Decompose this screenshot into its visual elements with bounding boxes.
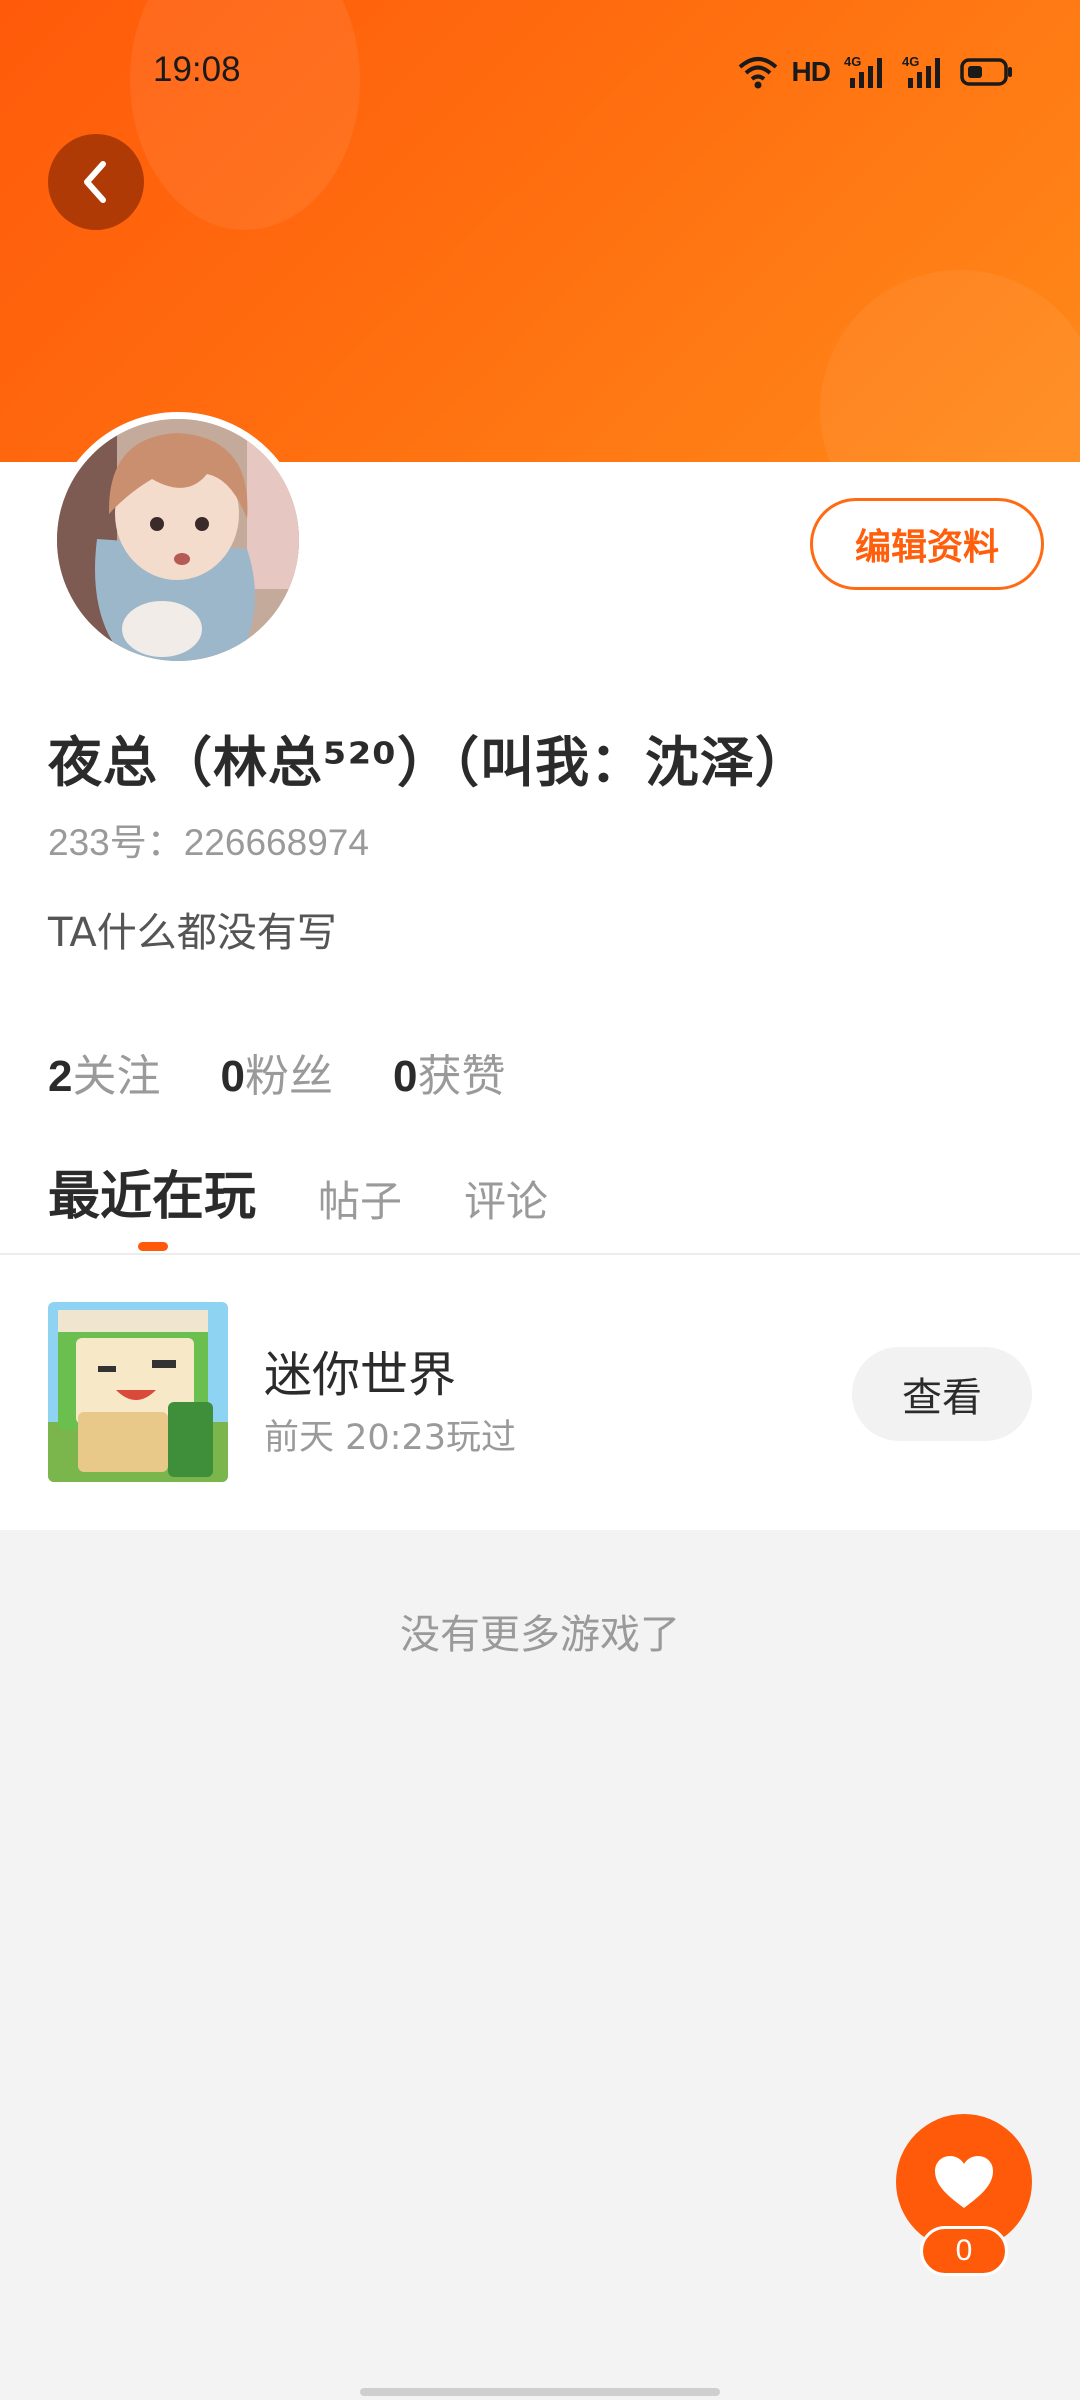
game-last-played: 前天 20:23玩过: [264, 1418, 516, 1458]
game-name: 迷你世界: [264, 1347, 457, 1403]
no-more-games-text: 没有更多游戏了: [400, 1612, 680, 1658]
list-item[interactable]: 迷你世界 前天 20:23玩过 查看: [0, 1255, 1080, 1530]
status-bar: 19:08 HD 4G 4G: [0, 0, 1080, 140]
stat-number: 0: [220, 1052, 245, 1101]
stat-label: 粉丝: [244, 1051, 333, 1102]
stat-number: 0: [392, 1052, 418, 1101]
home-indicator[interactable]: [360, 2388, 720, 2396]
back-button[interactable]: [48, 134, 144, 230]
avatar-image: [57, 419, 299, 661]
view-button[interactable]: 查看: [852, 1347, 1032, 1441]
chevron-left-icon: [84, 161, 106, 203]
battery-icon: [960, 58, 1012, 86]
user-bio: TA什么都没有写: [48, 910, 337, 956]
stat-following[interactable]: 2关注: [48, 1040, 160, 1104]
signal-icon: 4G: [902, 54, 940, 88]
game-thumbnail: [48, 1302, 228, 1482]
hd-label: HD: [791, 56, 831, 87]
tab-posts[interactable]: 帖子: [318, 1168, 402, 1229]
status-time: 19:08: [153, 50, 241, 89]
tab-bar: 最近在玩 帖子 评论: [48, 1154, 548, 1229]
tab-comments[interactable]: 评论: [464, 1168, 548, 1229]
wifi-icon: [738, 57, 777, 89]
status-icons: HD 4G 4G: [738, 52, 1014, 92]
stat-fans[interactable]: 0粉丝: [220, 1040, 332, 1104]
game-icon-image: [48, 1302, 228, 1482]
username: 夜总（林总⁵²⁰）（叫我：沈泽）: [48, 731, 810, 794]
signal-icon: 4G: [844, 54, 882, 88]
user-id: 233号：226668974: [48, 822, 369, 863]
avatar[interactable]: [50, 412, 306, 668]
stat-label: 获赞: [417, 1051, 506, 1102]
signal-label: 4G: [902, 54, 919, 69]
tab-recently-played[interactable]: 最近在玩: [48, 1154, 256, 1229]
tab-indicator: [138, 1242, 168, 1251]
edit-profile-button[interactable]: 编辑资料: [810, 498, 1044, 590]
like-count-badge: 0: [920, 2226, 1008, 2276]
stat-likes[interactable]: 0获赞: [393, 1040, 505, 1104]
heart-icon: [935, 2156, 993, 2208]
stat-label: 关注: [72, 1051, 161, 1102]
stat-number: 2: [48, 1052, 73, 1101]
stats-row: 2关注 0粉丝 0获赞: [48, 1040, 505, 1104]
header-decoration: [820, 270, 1080, 462]
signal-label: 4G: [844, 54, 861, 69]
